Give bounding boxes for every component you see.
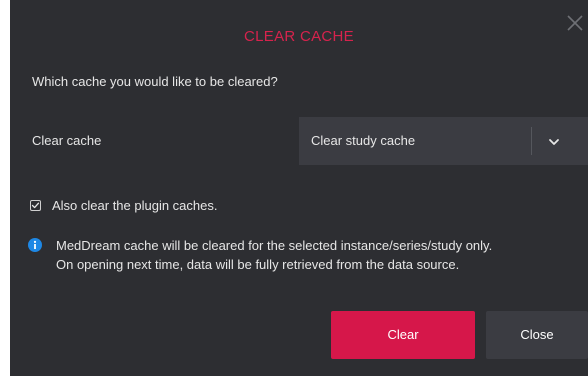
cache-question: Which cache you would like to be cleared…	[32, 74, 278, 89]
plugin-cache-label[interactable]: Also clear the plugin caches.	[52, 198, 217, 213]
clear-button[interactable]: Clear	[331, 311, 475, 359]
dialog-title: CLEAR CACHE	[244, 28, 354, 45]
cache-type-selected-value: Clear study cache	[311, 133, 416, 148]
info-text-line-1: MedDream cache will be cleared for the s…	[56, 238, 493, 253]
plugin-cache-checkbox[interactable]	[30, 199, 41, 211]
dialog-panel: CLEAR CACHE Which cache you would like t…	[10, 0, 588, 376]
info-icon	[28, 238, 42, 252]
clear-cache-dialog: CLEAR CACHE Which cache you would like t…	[0, 0, 588, 376]
clear-cache-label: Clear cache	[32, 133, 102, 148]
close-button[interactable]: Close	[486, 311, 588, 359]
cache-type-select[interactable]: Clear study cache	[299, 117, 588, 165]
info-text-line-2: On opening next time, data will be fully…	[56, 257, 460, 272]
select-divider	[531, 127, 532, 155]
close-icon[interactable]	[566, 14, 584, 32]
chevron-down-icon[interactable]	[547, 135, 561, 149]
plugin-cache-option: Also clear the plugin caches.	[30, 196, 217, 214]
